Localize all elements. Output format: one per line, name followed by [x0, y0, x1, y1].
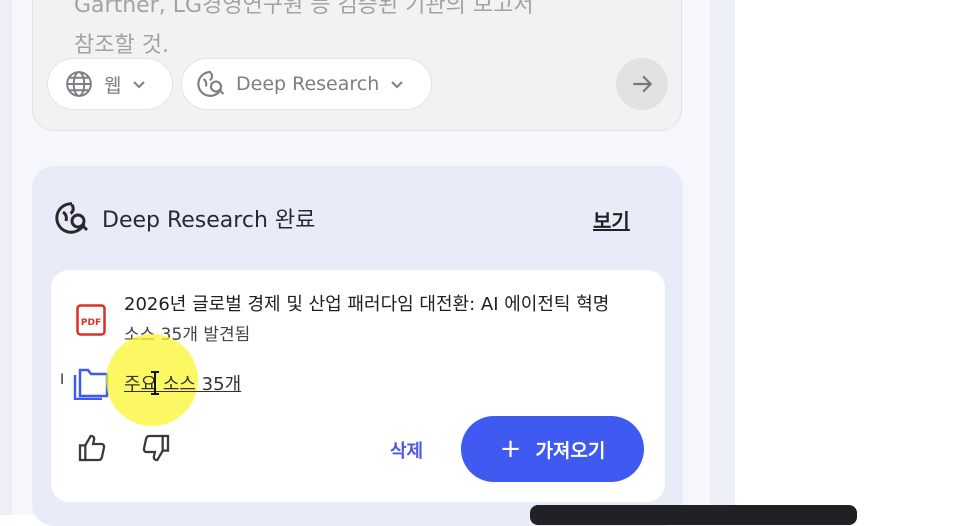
prompt-text[interactable]: Gartner, LG경영연구원 등 검증된 기관의 보고서 참조할 것.: [74, 0, 634, 66]
thumbs-down-icon[interactable]: [140, 432, 172, 464]
web-source-dropdown[interactable]: 웹: [47, 58, 173, 110]
deep-research-icon: [197, 71, 225, 97]
thumbs-up-icon[interactable]: [76, 432, 108, 464]
globe-icon: [66, 71, 92, 97]
text-cursor-glyph: I: [60, 372, 65, 388]
prompt-line-2: 참조할 것.: [74, 33, 169, 58]
main-sources-link[interactable]: 주요 소스 35개: [124, 370, 241, 396]
chevron-down-icon: [391, 81, 403, 89]
folder-icon: [73, 368, 109, 400]
import-button[interactable]: + 가져오기: [461, 416, 644, 482]
web-chip-label: 웹: [104, 74, 122, 97]
plus-icon: +: [499, 434, 522, 464]
result-header: Deep Research 완료: [54, 198, 315, 238]
chevron-down-icon: [133, 81, 146, 89]
tooltip-popup: [530, 505, 857, 525]
prompt-line-1: Gartner, LG경영연구원 등 검증된 기관의 보고서: [74, 0, 534, 18]
send-button[interactable]: [616, 58, 668, 110]
right-pane: [735, 0, 980, 515]
deep-research-mode-dropdown[interactable]: Deep Research: [181, 58, 432, 110]
delete-button[interactable]: 삭제: [390, 437, 423, 463]
ibeam-cursor-icon: [151, 371, 159, 395]
result-title: Deep Research 완료: [102, 208, 316, 233]
view-link[interactable]: 보기: [593, 205, 630, 234]
pdf-icon: PDF: [76, 304, 106, 336]
mode-chip-label: Deep Research: [236, 73, 380, 95]
arrow-right-icon: [633, 75, 653, 93]
svg-text:PDF: PDF: [81, 318, 101, 328]
report-title[interactable]: 2026년 글로벌 경제 및 산업 패러다임 대전환: AI 에이전틱 혁명: [124, 290, 654, 316]
deep-research-icon: [55, 202, 89, 234]
import-button-label: 가져오기: [535, 439, 606, 462]
